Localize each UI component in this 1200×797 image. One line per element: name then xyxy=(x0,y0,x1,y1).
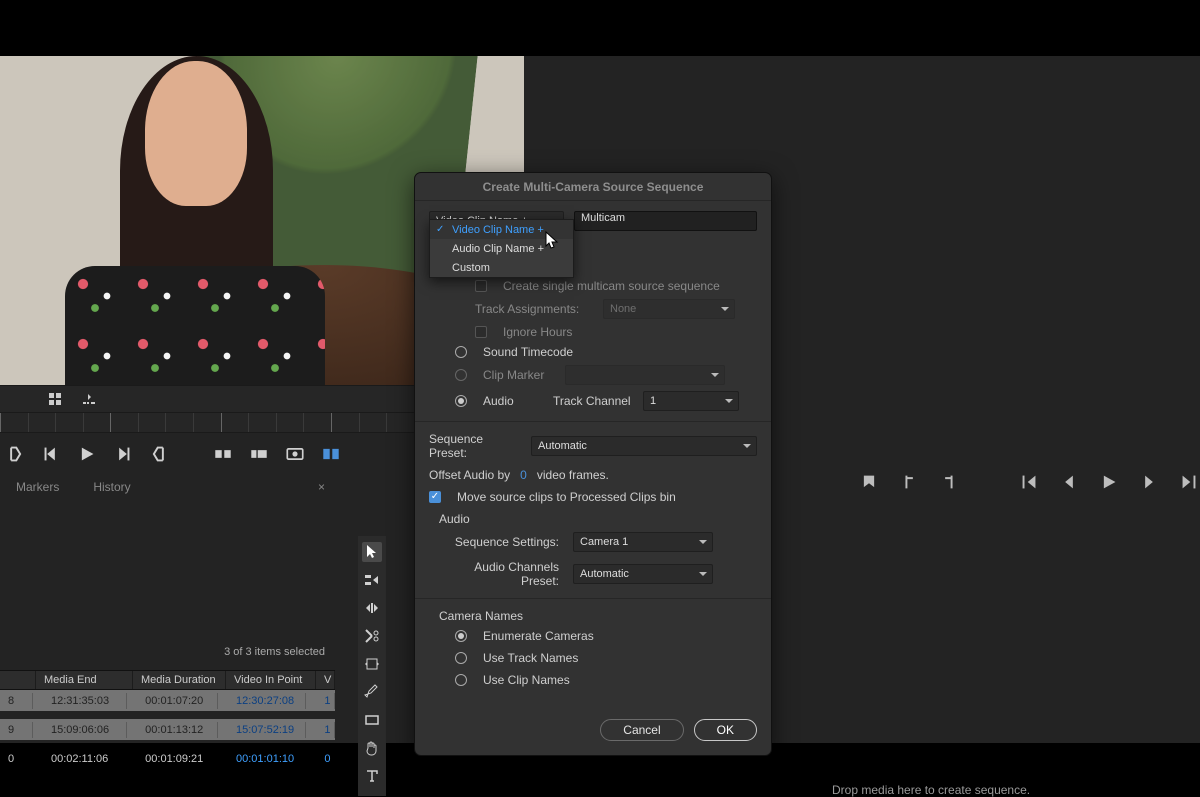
dropdown-option-audio-clip[interactable]: Audio Clip Name + xyxy=(430,239,573,258)
clip-marker-select[interactable] xyxy=(565,365,725,385)
radio-clip-marker[interactable] xyxy=(455,369,467,381)
play-right-button[interactable] xyxy=(1100,473,1118,491)
check-create-single[interactable] xyxy=(475,280,487,292)
mark-out-button[interactable] xyxy=(150,445,168,463)
insert-button[interactable] xyxy=(214,445,232,463)
dropdown-option-custom[interactable]: Custom xyxy=(430,258,573,277)
close-panel-icon[interactable]: × xyxy=(318,480,335,494)
type-tool[interactable] xyxy=(362,766,382,786)
col-video-in[interactable]: Video In Point xyxy=(226,671,316,689)
export-frame-button[interactable] xyxy=(286,445,304,463)
selection-tool[interactable] xyxy=(362,542,382,562)
ok-button[interactable]: OK xyxy=(694,719,757,741)
sequence-preset-select[interactable]: Automatic xyxy=(531,436,757,456)
radio-enumerate-cameras[interactable] xyxy=(455,630,467,642)
add-marker-button[interactable] xyxy=(860,473,878,491)
tab-markers[interactable]: Markers xyxy=(16,480,59,494)
track-channel-select[interactable]: 1 xyxy=(643,391,739,411)
check-move-clips[interactable] xyxy=(429,491,441,503)
track-select-forward-tool[interactable] xyxy=(362,570,382,590)
radio-sound-timecode[interactable] xyxy=(455,346,467,358)
mark-in-button[interactable] xyxy=(6,445,24,463)
mark-out-right-button[interactable] xyxy=(940,473,958,491)
radio-audio[interactable] xyxy=(455,395,467,407)
panel-tabs: Markers History × xyxy=(0,474,335,500)
grid-icon[interactable] xyxy=(48,392,62,406)
step-forward-button[interactable] xyxy=(114,445,132,463)
ripple-edit-tool[interactable] xyxy=(362,598,382,618)
col-media-end[interactable]: Media End xyxy=(36,671,133,689)
workspace-stage: 1/2 Markers Hist xyxy=(0,56,1200,743)
name-source-dropdown: Video Clip Name + Audio Clip Name + Cust… xyxy=(429,219,574,278)
table-row[interactable]: 9 15:09:06:06 00:01:13:12 15:07:52:19 1 xyxy=(0,719,335,740)
step-back-right-button[interactable] xyxy=(1060,473,1078,491)
check-ignore-hours[interactable] xyxy=(475,326,487,338)
radio-use-clip-names[interactable] xyxy=(455,674,467,686)
pen-tool[interactable] xyxy=(362,682,382,702)
radio-use-track-names[interactable] xyxy=(455,652,467,664)
razor-tool[interactable] xyxy=(362,626,382,646)
hand-tool[interactable] xyxy=(362,738,382,758)
comparison-view-button[interactable] xyxy=(322,445,340,463)
track-assignments-select[interactable]: None xyxy=(603,299,735,319)
sequence-name-field[interactable]: Multicam xyxy=(574,211,757,231)
dialog-title: Create Multi-Camera Source Sequence xyxy=(415,173,771,201)
overwrite-button[interactable] xyxy=(250,445,268,463)
audio-sequence-settings-select[interactable]: Camera 1 xyxy=(573,532,713,552)
selection-count: 3 of 3 items selected xyxy=(0,646,335,666)
mark-in-right-button[interactable] xyxy=(900,473,918,491)
multicam-dialog: Create Multi-Camera Source Sequence Vide… xyxy=(414,172,772,756)
table-row[interactable]: 0 00:02:11:06 00:01:09:21 00:01:01:10 0 xyxy=(0,748,335,769)
project-media-table: Media End Media Duration Video In Point … xyxy=(0,670,335,777)
drop-media-hint: Drop media here to create sequence. xyxy=(832,783,1030,797)
rectangle-tool[interactable] xyxy=(362,710,382,730)
audio-channels-preset-select[interactable]: Automatic xyxy=(573,564,713,584)
goto-out-button[interactable] xyxy=(1180,473,1198,491)
step-forward-right-button[interactable] xyxy=(1140,473,1158,491)
table-row[interactable]: 8 12:31:35:03 00:01:07:20 12:30:27:08 1 xyxy=(0,690,335,711)
play-button[interactable] xyxy=(78,445,96,463)
step-back-button[interactable] xyxy=(42,445,60,463)
offset-frames-value[interactable]: 0 xyxy=(520,468,527,482)
goto-in-button[interactable] xyxy=(1020,473,1038,491)
marker-track-icon[interactable] xyxy=(82,392,96,406)
right-transport-bar xyxy=(860,473,1200,491)
col-video-out[interactable]: V xyxy=(316,671,335,689)
dropdown-option-video-clip[interactable]: Video Clip Name + xyxy=(430,220,573,239)
table-header-row: Media End Media Duration Video In Point … xyxy=(0,670,335,690)
cancel-button[interactable]: Cancel xyxy=(600,719,683,741)
col-media-duration[interactable]: Media Duration xyxy=(133,671,226,689)
tab-history[interactable]: History xyxy=(93,480,130,494)
slip-tool[interactable] xyxy=(362,654,382,674)
timeline-toolstrip xyxy=(358,536,386,796)
